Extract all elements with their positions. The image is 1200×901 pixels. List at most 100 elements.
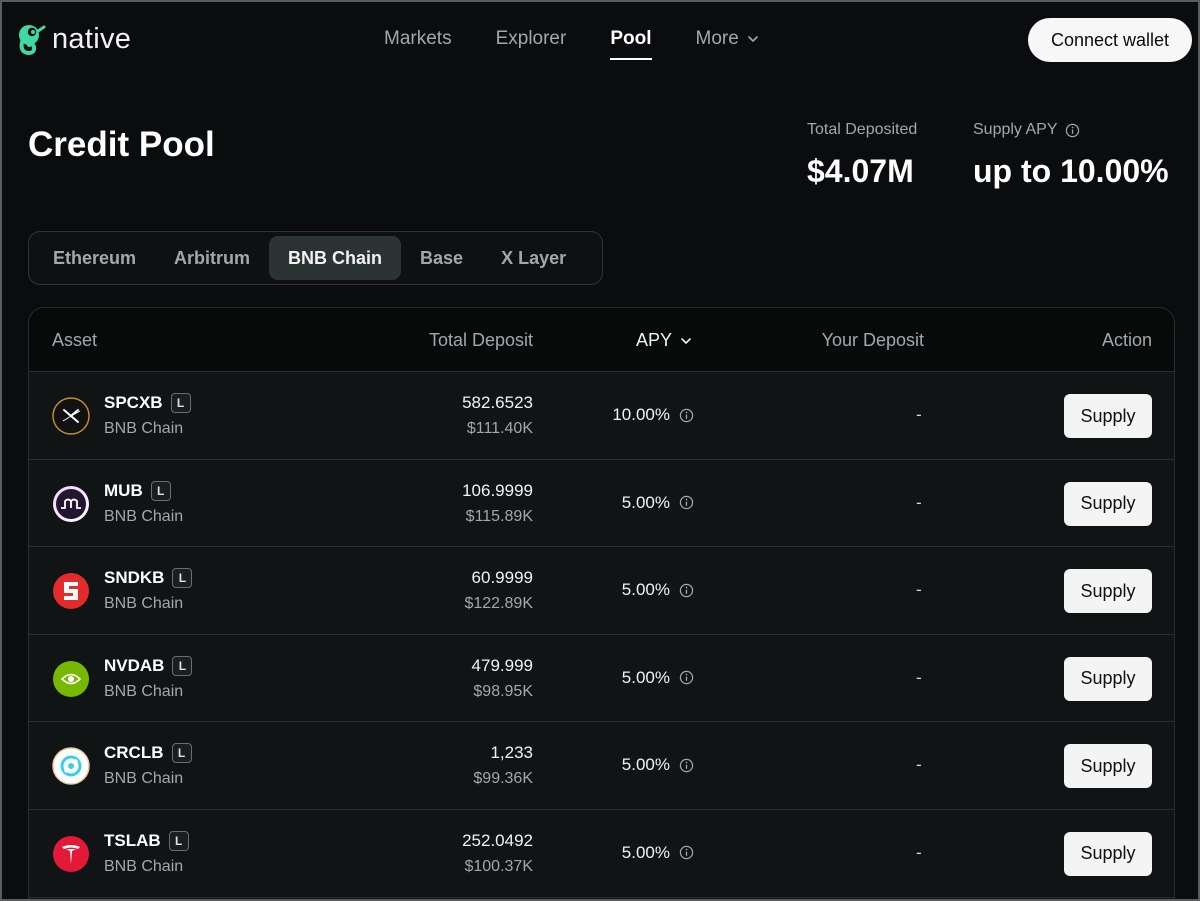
table-row[interactable]: NVDAB L BNB Chain 479.999 $98.95K 5.00% -…: [29, 634, 1174, 723]
asset-symbol: MUB L: [104, 480, 171, 501]
total-deposit-amount: 582.6523: [462, 393, 533, 412]
total-deposit-amount: 252.0492: [462, 830, 533, 850]
asset-chain: BNB Chain: [104, 682, 184, 700]
apy-text: 5.00%: [621, 842, 670, 862]
asset-chain: BNB Chain: [104, 595, 184, 613]
header-total-deposit[interactable]: Total Deposit: [429, 330, 533, 351]
pool-table: Asset Total Deposit APY Your Deposit Act…: [28, 307, 1175, 901]
brand-name: native: [52, 22, 132, 55]
chameleon-logo-icon: [19, 25, 46, 56]
nav-link-markets[interactable]: Markets: [384, 28, 452, 50]
table-row[interactable]: TSLAB L BNB Chain 252.0492 $100.37K 5.00%…: [29, 809, 1174, 898]
table-row[interactable]: MUB L BNB Chain 106.9999 $115.89K 5.00% -…: [29, 459, 1174, 548]
info-icon[interactable]: [1065, 123, 1080, 138]
leverage-badge: L: [171, 743, 192, 764]
nav-links: Markets Explorer Pool More: [384, 28, 803, 60]
total-deposit-amount: 106.9999: [462, 480, 533, 500]
info-icon[interactable]: [679, 670, 694, 685]
leverage-badge: L: [150, 480, 171, 501]
asset-symbol: SPCXB L: [104, 393, 191, 413]
table-row[interactable]: CRCLB L BNB Chain 1,233 $99.36K 5.00% - S…: [29, 722, 1174, 810]
asset-symbol-text: TSLAB: [104, 830, 161, 850]
asset-symbol-text: CRCLB: [104, 743, 164, 763]
supply-button[interactable]: Supply: [1064, 481, 1152, 526]
total-deposit-usd: $111.40K: [466, 420, 533, 437]
your-deposit-value: -: [916, 405, 922, 424]
supply-button[interactable]: Supply: [1064, 656, 1152, 701]
connect-wallet-button[interactable]: Connect wallet: [1028, 18, 1192, 62]
supply-button[interactable]: Supply: [1064, 744, 1152, 789]
leverage-badge: L: [168, 830, 189, 851]
info-icon[interactable]: [679, 408, 694, 423]
apy-value: 5.00%: [622, 580, 694, 600]
total-deposit-usd: $122.89K: [464, 595, 533, 613]
nav-link-label: Markets: [384, 28, 452, 49]
asset-symbol: CRCLB L: [104, 743, 192, 764]
leverage-badge: L: [170, 393, 191, 413]
total-deposit-amount: 479.999: [471, 655, 533, 675]
apy-text: 5.00%: [621, 492, 670, 512]
total-deposited-stat: Total Deposited $4.07M: [807, 121, 917, 190]
leverage-badge: L: [172, 568, 193, 589]
info-icon[interactable]: [679, 583, 694, 598]
asset-chain: BNB Chain: [104, 420, 184, 437]
chevron-down-icon: [681, 337, 691, 344]
apy-text: 5.00%: [621, 580, 670, 600]
apy-value: 5.00%: [622, 493, 694, 513]
header-asset[interactable]: Asset: [52, 330, 97, 351]
supply-button[interactable]: Supply: [1064, 569, 1152, 614]
asset-symbol-text: NVDAB: [104, 655, 165, 675]
apy-text: 10.00%: [612, 405, 670, 424]
apy-value: 5.00%: [622, 668, 694, 688]
your-deposit-value: -: [916, 755, 922, 775]
asset-symbol: NVDAB L: [104, 655, 193, 676]
supply-button[interactable]: Supply: [1064, 831, 1152, 876]
mub-icon: [53, 485, 89, 522]
supply-apy-stat: Supply APY up to 10.00%: [973, 121, 1169, 190]
header-apy[interactable]: APY: [636, 330, 692, 351]
asset-symbol: TSLAB L: [104, 830, 189, 851]
asset-symbol-text: SPCXB: [104, 393, 163, 412]
circle-icon: [52, 747, 90, 786]
top-nav: native Markets Explorer Pool More Connec…: [0, 0, 1200, 80]
tab-x-layer[interactable]: X Layer: [482, 236, 585, 280]
tab-ethereum[interactable]: Ethereum: [34, 236, 155, 280]
apy-value: 5.00%: [622, 755, 694, 775]
page-title: Credit Pool: [28, 125, 215, 164]
total-deposit-amount: 1,233: [490, 743, 533, 763]
nav-link-pool[interactable]: Pool: [610, 28, 652, 60]
logo[interactable]: native: [16, 22, 131, 56]
total-deposit-usd: $115.89K: [465, 507, 533, 525]
asset-symbol-text: SNDKB: [104, 568, 165, 588]
tab-base[interactable]: Base: [401, 236, 482, 280]
spacex-icon: [52, 397, 90, 435]
nav-link-explorer[interactable]: Explorer: [496, 28, 567, 50]
sandisk-icon: [53, 573, 89, 610]
total-deposited-value: $4.07M: [807, 153, 914, 189]
asset-symbol-text: MUB: [104, 480, 143, 500]
apy-value: 10.00%: [612, 405, 694, 425]
nav-link-more[interactable]: More: [696, 28, 759, 50]
nvidia-icon: [53, 660, 89, 697]
info-icon[interactable]: [679, 758, 694, 773]
total-deposit-usd: $99.36K: [473, 770, 533, 788]
chevron-down-icon: [747, 36, 758, 42]
table-row[interactable]: SNDKB L BNB Chain 60.9999 $122.89K 5.00% …: [29, 547, 1174, 635]
apy-text: 5.00%: [621, 667, 670, 687]
table-row[interactable]: SPCXB L BNB Chain 582.6523 $111.40K 10.00…: [29, 372, 1174, 460]
your-deposit-value: -: [916, 842, 922, 862]
info-icon[interactable]: [679, 495, 694, 510]
asset-chain: BNB Chain: [104, 770, 184, 788]
supply-apy-value: up to 10.00%: [973, 153, 1169, 189]
header-your-deposit[interactable]: Your Deposit: [822, 330, 924, 351]
header-apy-label: APY: [635, 330, 672, 350]
your-deposit-value: -: [916, 667, 922, 687]
apy-value: 5.00%: [622, 843, 694, 863]
total-deposited-label: Total Deposited: [807, 121, 918, 138]
supply-button[interactable]: Supply: [1064, 394, 1152, 438]
info-icon[interactable]: [679, 845, 694, 860]
your-deposit-value: -: [916, 580, 922, 600]
tab-arbitrum[interactable]: Arbitrum: [155, 236, 269, 280]
chain-tabs: Ethereum Arbitrum BNB Chain Base X Layer: [28, 231, 603, 285]
tab-bnb-chain[interactable]: BNB Chain: [269, 236, 402, 280]
